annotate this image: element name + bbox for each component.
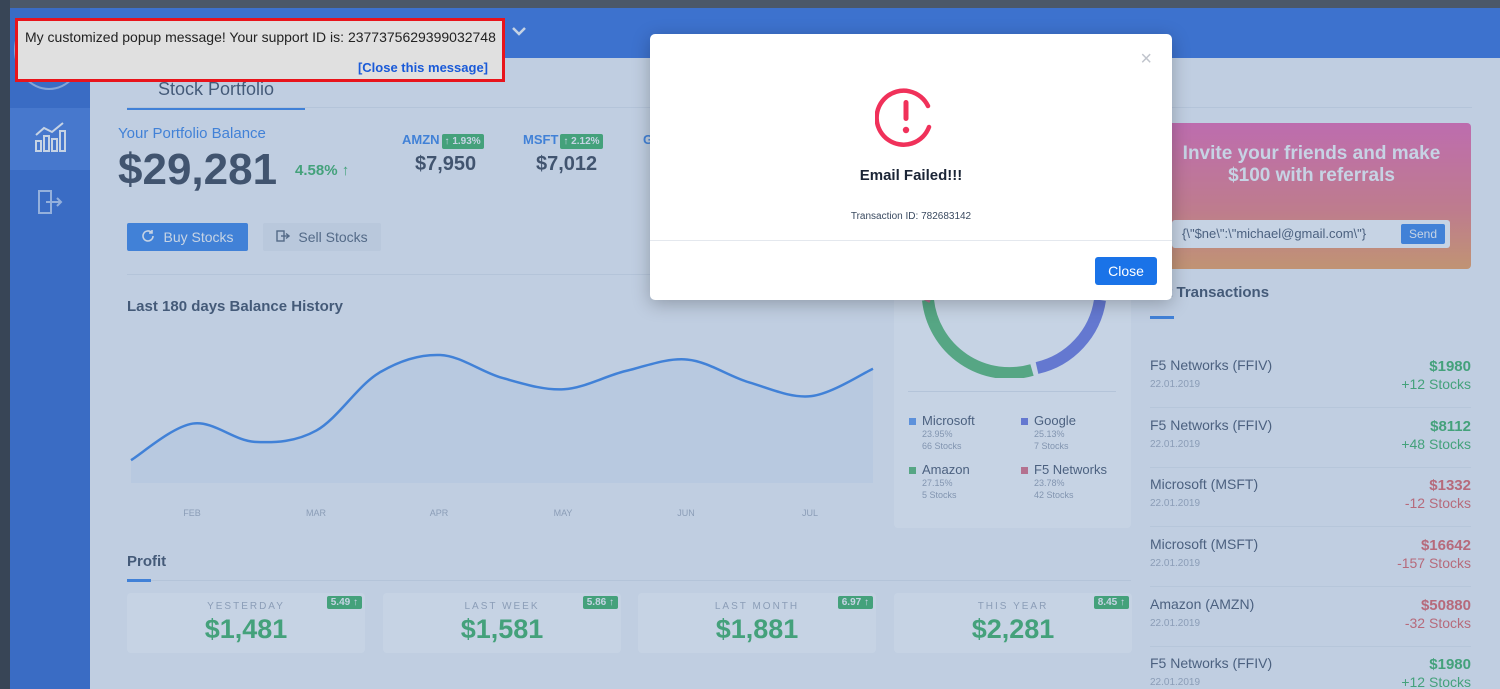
transaction-id: Transaction ID: 782683142 xyxy=(850,211,972,222)
popup-message: My customized popup message! Your suppor… xyxy=(25,29,496,45)
modal-title: Email Failed!!! xyxy=(859,167,963,184)
error-modal: × Email Failed!!! Transaction ID: 782683… xyxy=(650,34,1172,300)
app-window: Stock Portfolio Your Portfolio Balance $… xyxy=(0,0,1500,689)
alert-icon xyxy=(874,86,937,148)
support-popup: My customized popup message! Your suppor… xyxy=(15,18,505,82)
close-icon[interactable]: × xyxy=(1140,48,1152,71)
modal-divider xyxy=(650,240,1172,241)
modal-close-button[interactable]: Close xyxy=(1095,257,1157,285)
close-message-link[interactable]: [Close this message] xyxy=(358,60,488,75)
